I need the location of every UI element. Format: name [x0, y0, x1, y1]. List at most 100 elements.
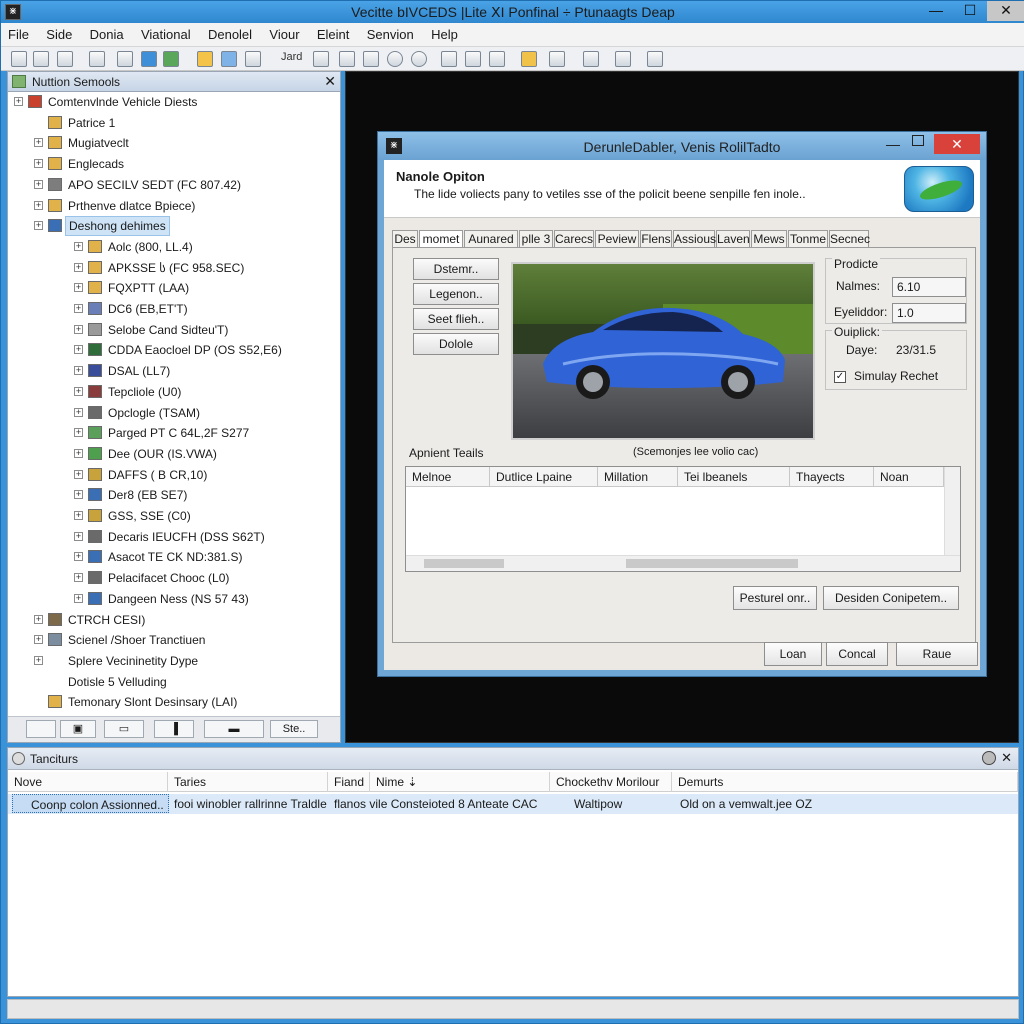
expand-icon[interactable]: +: [74, 386, 83, 396]
expand-icon[interactable]: +: [34, 200, 43, 210]
expand-icon[interactable]: +: [34, 635, 43, 645]
cut-icon[interactable]: [313, 51, 329, 67]
expand-icon[interactable]: +: [74, 366, 83, 376]
expand-icon[interactable]: +: [74, 241, 83, 251]
expand-icon[interactable]: +: [74, 511, 83, 520]
desiden-button[interactable]: Desiden Conipetem..: [823, 586, 959, 610]
pesturel-button[interactable]: Pesturel onr..: [733, 586, 817, 610]
expand-icon[interactable]: +: [34, 221, 43, 231]
bookmark-icon[interactable]: [549, 51, 565, 67]
dolole-button[interactable]: Dolole: [413, 333, 499, 355]
table-row[interactable]: Coonp colon Assionned.. fooi winobler ra…: [8, 794, 1018, 814]
expand-icon[interactable]: +: [74, 531, 83, 541]
gear-icon[interactable]: [245, 51, 261, 67]
grid-horizontal-scrollbar[interactable]: [406, 555, 960, 571]
legenon-button[interactable]: Legenon..: [413, 283, 499, 305]
expand-icon[interactable]: +: [74, 304, 83, 313]
detemr-button[interactable]: Dstemr..: [413, 258, 499, 280]
minimize-button[interactable]: —: [919, 1, 953, 21]
panel-button-ste[interactable]: Ste..: [270, 720, 318, 738]
expand-icon[interactable]: +: [14, 97, 23, 106]
target-icon[interactable]: [411, 51, 427, 67]
tab-8[interactable]: Laven: [716, 230, 750, 248]
expand-icon[interactable]: +: [74, 407, 83, 417]
folder-icon[interactable]: [197, 51, 213, 67]
close-button[interactable]: ✕: [987, 1, 1024, 21]
menu-eleint[interactable]: Eleint: [310, 23, 357, 47]
tab-10[interactable]: Tonme: [788, 230, 828, 248]
expand-icon[interactable]: +: [74, 448, 83, 458]
close-icon[interactable]: ✕: [1001, 750, 1012, 766]
expand-icon[interactable]: +: [74, 593, 83, 603]
simulay-checkbox[interactable]: ✓: [834, 371, 846, 383]
panel-button-2[interactable]: ▣: [60, 720, 96, 738]
expand-icon[interactable]: +: [34, 179, 43, 189]
tab-4[interactable]: Carecs: [554, 230, 594, 248]
col-nime[interactable]: Nime ⇣: [370, 772, 550, 792]
panel-button-3[interactable]: ▭: [104, 720, 144, 738]
link-icon[interactable]: [441, 51, 457, 67]
dialog-close-button[interactable]: ✕: [934, 134, 980, 154]
dialog-maximize-button[interactable]: [912, 135, 924, 146]
col-nove[interactable]: Nove: [8, 772, 168, 792]
tools-icon[interactable]: [489, 51, 505, 67]
ok-button[interactable]: Loan: [764, 642, 822, 666]
dialog-minimize-button[interactable]: —: [886, 136, 900, 152]
expand-icon[interactable]: +: [74, 469, 83, 479]
panel-button-1[interactable]: [26, 720, 56, 738]
tab-1[interactable]: momet: [419, 230, 463, 248]
menu-denolel[interactable]: Denolel: [201, 23, 259, 47]
tab-11[interactable]: Secnec: [829, 230, 870, 248]
eye-icon[interactable]: [583, 51, 599, 67]
panel-button-5[interactable]: ▬: [204, 720, 264, 738]
pin-icon[interactable]: [982, 751, 996, 765]
expand-icon[interactable]: +: [74, 552, 83, 562]
row-cell-1[interactable]: Coonp colon Assionned..: [12, 794, 169, 813]
expand-icon[interactable]: +: [74, 490, 83, 500]
globe-icon[interactable]: [387, 51, 403, 67]
expand-icon[interactable]: +: [34, 614, 43, 624]
tab-7[interactable]: Assious: [673, 230, 716, 248]
tab-0[interactable]: Des: [392, 230, 418, 248]
camera-icon[interactable]: [465, 51, 481, 67]
print-icon[interactable]: [89, 51, 105, 67]
tag-icon[interactable]: [647, 51, 663, 67]
open-icon[interactable]: [33, 51, 49, 67]
tab-6[interactable]: Flens: [640, 230, 672, 248]
grid-vertical-scrollbar[interactable]: [944, 467, 960, 555]
maximize-button[interactable]: ☐: [953, 1, 987, 21]
expand-icon[interactable]: +: [34, 138, 43, 148]
grid-col-4[interactable]: Tei lbeanels: [678, 467, 790, 487]
tab-3[interactable]: plle 3: [519, 230, 553, 248]
name-field[interactable]: 6.10: [892, 277, 966, 297]
expand-icon[interactable]: +: [74, 573, 83, 583]
expand-icon[interactable]: +: [74, 324, 83, 334]
col-taries[interactable]: Taries: [168, 772, 328, 792]
raue-button[interactable]: Raue: [896, 642, 978, 666]
tab-2[interactable]: Aunared: [464, 230, 518, 248]
panel-button-4[interactable]: ▐: [154, 720, 194, 738]
menu-viour[interactable]: Viour: [262, 23, 306, 47]
menu-senvion[interactable]: Senvion: [360, 23, 421, 47]
copy-icon[interactable]: [339, 51, 355, 67]
star-icon[interactable]: [521, 51, 537, 67]
expand-icon[interactable]: +: [34, 159, 43, 169]
paste-icon[interactable]: [363, 51, 379, 67]
menu-viational[interactable]: Viational: [134, 23, 198, 47]
preview-icon[interactable]: [117, 51, 133, 67]
menu-file[interactable]: File: [1, 23, 36, 47]
grid-col-3[interactable]: Millation: [598, 467, 678, 487]
save-icon[interactable]: [57, 51, 73, 67]
col-chockethv[interactable]: Chockethv Morilour: [550, 772, 672, 792]
tab-9[interactable]: Mews: [751, 230, 787, 248]
cancel-button[interactable]: Concal: [826, 642, 888, 666]
menu-donia[interactable]: Donia: [83, 23, 131, 47]
grid-col-1[interactable]: Melnoe: [406, 467, 490, 487]
expand-icon[interactable]: +: [74, 345, 83, 355]
save-disk-icon[interactable]: [141, 51, 157, 67]
col-fiand[interactable]: Fiand: [328, 772, 370, 792]
expand-icon[interactable]: +: [74, 428, 83, 438]
lock-icon[interactable]: [615, 51, 631, 67]
refresh-icon[interactable]: [163, 51, 179, 67]
tab-5[interactable]: Peview: [595, 230, 639, 248]
